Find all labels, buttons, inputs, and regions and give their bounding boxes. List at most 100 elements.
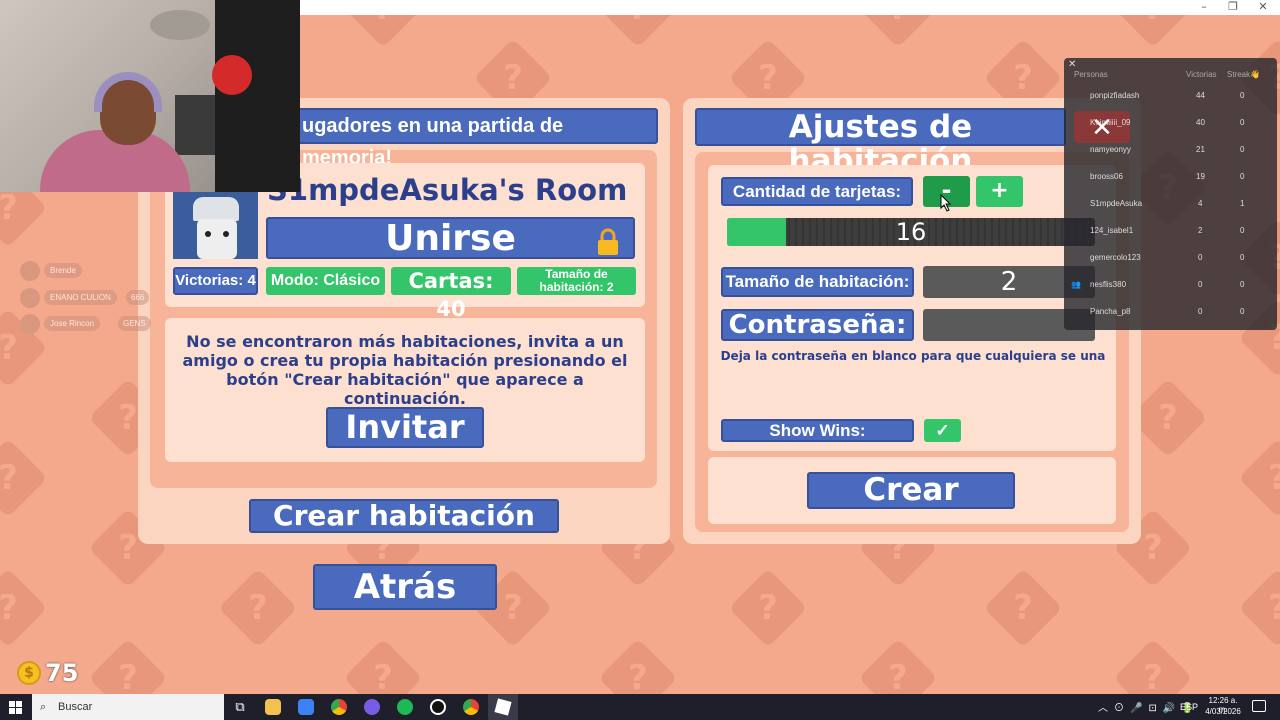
increase-cards-button[interactable]: + — [976, 176, 1023, 207]
friend-status: 666 — [126, 290, 150, 305]
table-row[interactable]: S1mpdeAsuka 4 1 — [1064, 190, 1277, 217]
mode-badge: Modo: Clásico — [266, 267, 385, 295]
player-wins: 40 — [1196, 118, 1205, 127]
roblox-icon — [494, 698, 512, 716]
player-name: nesflis380 — [1090, 280, 1127, 289]
room-title: S1mpdeAsuka's Room — [267, 173, 628, 207]
friend-name[interactable]: ENANO CULION — [44, 290, 117, 305]
minimize-button[interactable]: – — [1189, 0, 1219, 15]
header-wins: Victorias — [1186, 70, 1217, 79]
search-icon: ⌕ — [40, 701, 47, 713]
cards-badge: Cartas: 40 — [391, 267, 511, 321]
create-room-button[interactable]: Crear habitación — [249, 499, 559, 533]
avatar — [20, 288, 40, 308]
back-button[interactable]: Atrás — [313, 564, 497, 610]
player-name: brooss06 — [1090, 172, 1123, 181]
player-wins: 0 — [1198, 280, 1203, 289]
table-row[interactable]: Pancha_p8 0 0 — [1064, 298, 1277, 325]
search-placeholder: Buscar — [58, 701, 93, 713]
empty-rooms-card: No se encontraron más habitaciones, invi… — [165, 318, 645, 462]
lock-icon — [595, 225, 621, 255]
file-explorer-icon[interactable] — [265, 699, 281, 715]
search-input[interactable]: ⌕ Buscar — [32, 694, 224, 720]
card-count-label: Cantidad de tarjetas: — [721, 177, 913, 206]
friends-icon: 👥 — [1071, 280, 1081, 289]
password-hint: Deja la contraseña en blanco para que cu… — [720, 349, 1106, 363]
close-window-button[interactable]: ✕ — [1248, 0, 1278, 15]
player-wins: 0 — [1198, 253, 1203, 262]
join-label: Unirse — [385, 218, 516, 259]
player-streak: 0 — [1240, 280, 1245, 289]
discord-icon[interactable] — [364, 699, 380, 715]
table-row[interactable]: ponpizfiadash 44 0 — [1064, 82, 1277, 109]
header-streak: Streak👋 — [1227, 70, 1261, 79]
clock-date[interactable]: 4/03/2026 — [1201, 707, 1245, 716]
player-name: Keimiiiii_09 — [1090, 118, 1131, 127]
player-streak: 0 — [1240, 91, 1245, 100]
friends-list: Brende ENANO CULION 666 Jose Rincon GENS — [20, 258, 170, 338]
windows-start-icon[interactable] — [9, 701, 22, 714]
store-icon[interactable] — [298, 699, 314, 715]
player-streak: 0 — [1240, 307, 1245, 316]
player-wins: 0 — [1198, 307, 1203, 316]
player-wins: 44 — [1196, 91, 1205, 100]
friend-status: GENS — [118, 316, 151, 331]
player-streak: 0 — [1240, 253, 1245, 262]
player-wins: 21 — [1196, 145, 1205, 154]
join-button[interactable]: Unirse — [266, 217, 635, 259]
create-button[interactable]: Crear — [807, 472, 1015, 509]
no-rooms-message: No se encontraron más habitaciones, invi… — [182, 332, 628, 408]
player-streak: 0 — [1240, 226, 1245, 235]
password-label: Contraseña: — [721, 309, 914, 341]
player-name: gemercolo123 — [1090, 253, 1141, 262]
language-indicator[interactable]: ESP — [1180, 702, 1198, 712]
friend-name[interactable]: Jose Rincon — [44, 316, 101, 331]
player-wins: 19 — [1196, 172, 1205, 181]
player-name: 124_isabel1 — [1090, 226, 1134, 235]
maximize-button[interactable]: ❐ — [1218, 0, 1248, 15]
friend-name[interactable]: Brende — [44, 263, 82, 278]
rooms-header: ugadores en una partida de memoria! — [290, 108, 658, 169]
player-streak: 0 — [1240, 145, 1245, 154]
spotify-icon[interactable] — [397, 699, 413, 715]
show-wins-checkbox[interactable]: ✓ — [924, 419, 961, 442]
player-streak: 1 — [1240, 199, 1245, 208]
cursor-icon — [940, 193, 952, 212]
table-row[interactable]: namyeonyy 21 0 — [1064, 136, 1277, 163]
window-titlebar — [300, 0, 1280, 15]
header-people: Personas — [1074, 70, 1108, 79]
card-count-slider[interactable]: 16 — [727, 218, 1095, 246]
settings-title: Ajustes de habitación — [695, 108, 1066, 178]
player-name: S1mpdeAsuka — [1090, 199, 1143, 208]
webcam-feed — [0, 0, 300, 192]
chrome-profile-icon[interactable] — [463, 699, 479, 715]
show-wins-label: Show Wins: — [721, 419, 914, 442]
roblox-taskbar-item[interactable] — [488, 694, 518, 720]
settings-card — [708, 165, 1116, 451]
chrome-icon[interactable] — [331, 699, 347, 715]
avatar — [20, 261, 40, 281]
table-row[interactable]: brooss06 19 0 — [1064, 163, 1277, 190]
avatar — [173, 191, 258, 259]
leaderboard-close-button[interactable]: ✕ — [1068, 59, 1076, 70]
card-count-value: 16 — [895, 218, 927, 246]
coin-count: 75 — [45, 659, 79, 687]
table-row[interactable]: gemercolo123 0 0 — [1064, 244, 1277, 271]
table-row[interactable]: Keimiiiii_09 40 0 — [1064, 109, 1277, 136]
invite-button[interactable]: Invitar — [326, 407, 484, 448]
player-wins: 4 — [1198, 199, 1203, 208]
table-row[interactable]: 👥 nesflis380 0 0 — [1064, 271, 1277, 298]
player-name: namyeonyy — [1090, 145, 1131, 154]
player-wins: 2 — [1198, 226, 1203, 235]
table-row[interactable]: 124_isabel1 2 0 — [1064, 217, 1277, 244]
player-name: ponpizfiadash — [1090, 91, 1140, 100]
player-name: Pancha_p8 — [1090, 307, 1131, 316]
task-view-icon[interactable]: ⧉ — [232, 699, 248, 715]
room-size-label: Tamaño de habitación: — [721, 267, 914, 297]
obs-icon[interactable] — [430, 699, 446, 715]
avatar — [20, 314, 40, 334]
player-streak: 0 — [1240, 172, 1245, 181]
leaderboard: ✕ Personas Victorias Streak👋 ✕ ponpizfia… — [1064, 58, 1277, 330]
taskbar: ⌕ Buscar ⧉ ︿⊙🎤⊡🔊🔋 ESP 12:26 a. m. 4/03/2… — [0, 694, 1280, 720]
notifications-icon[interactable] — [1252, 700, 1266, 712]
